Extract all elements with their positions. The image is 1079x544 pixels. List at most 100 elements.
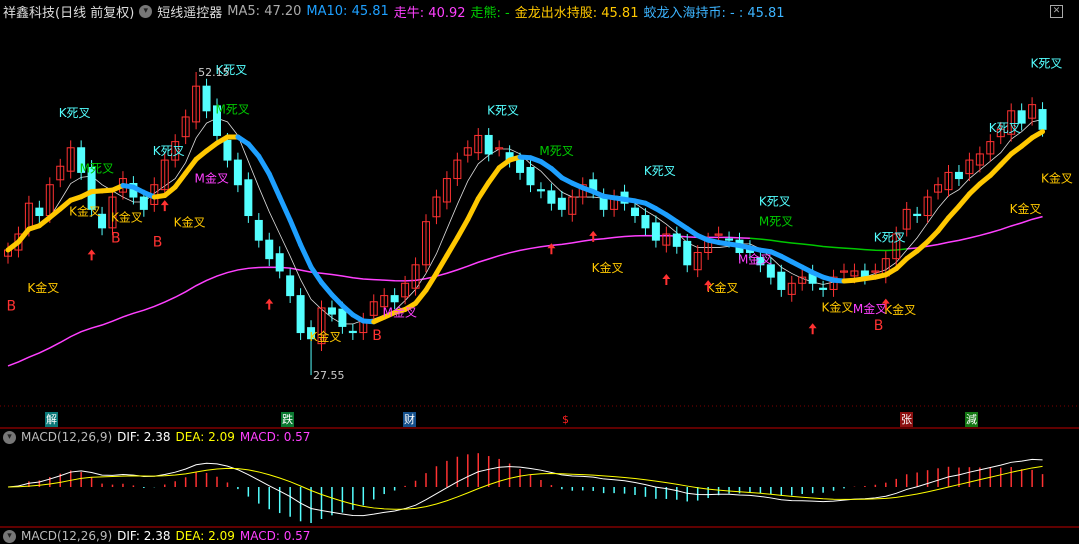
cross-signal-label: M金叉: [738, 252, 772, 267]
cross-signal-label: K金叉: [592, 260, 624, 275]
up-arrow-icon: [160, 200, 169, 212]
jinlong-trend-segment: [172, 170, 189, 190]
candle: [244, 179, 253, 217]
signal-symbol: 张: [900, 412, 913, 427]
jiaolong-trend-segment: [308, 264, 324, 286]
cross-signal-label: K金叉: [27, 280, 59, 295]
candle: [557, 197, 566, 210]
candle: [672, 233, 681, 247]
candle: [1038, 109, 1047, 130]
dea-value: DEA: 2.09: [175, 430, 235, 444]
buy-signal: B: [6, 298, 16, 314]
jiaolong-trend-segment: [287, 217, 304, 248]
buy-signal: B: [372, 328, 382, 344]
jinlong-trend-segment: [465, 196, 481, 222]
jiaolong-trend-segment: [266, 171, 283, 200]
signal-symbol: $: [562, 413, 569, 426]
macd-header-secondary: ▾ MACD(12,26,9) DIF: 2.38 DEA: 2.09 MACD…: [3, 528, 310, 544]
cross-signal-label: K死叉: [759, 195, 791, 209]
dif-line: [7, 458, 1043, 517]
macd-value: MACD: 0.57: [239, 529, 311, 543]
candle: [777, 271, 786, 290]
candle: [725, 238, 734, 241]
cross-signal-label: K死叉: [874, 230, 906, 244]
dif-value: DIF: 2.38: [117, 430, 171, 444]
candle: [35, 207, 44, 217]
candle: [766, 264, 775, 278]
cross-signal-label: M死叉: [759, 214, 793, 228]
signal-symbol: 财: [403, 412, 416, 427]
jinlong-trend-segment: [423, 270, 439, 293]
dea-value: DEA: 2.09: [175, 529, 235, 543]
cross-signal-label: K死叉: [989, 121, 1021, 135]
signal-symbol: 跌: [281, 412, 294, 427]
candle: [631, 207, 639, 217]
signal-symbol: 解: [45, 412, 58, 427]
cross-signal-label: K金叉: [1010, 201, 1042, 216]
up-arrow-icon: [87, 249, 96, 261]
cross-signal-label: M死叉: [80, 161, 114, 175]
buy-signal: B: [874, 318, 884, 334]
candle: [526, 166, 535, 186]
dif-value: DIF: 2.38: [117, 529, 171, 543]
candle: [265, 239, 274, 260]
candle: [202, 85, 211, 112]
cross-signal-label: K金叉: [884, 302, 916, 317]
candle: [390, 295, 399, 303]
high-price-label: 52.15: [198, 66, 230, 79]
up-arrow-icon: [662, 274, 671, 286]
jiaolong-trend-segment: [298, 242, 314, 270]
cross-signal-label: K死叉: [1031, 57, 1063, 71]
ma-slow-line: [7, 234, 750, 367]
cross-signal-label: M死叉: [215, 102, 249, 116]
jinlong-trend-segment: [444, 235, 460, 259]
chart-canvas: K金叉BK死叉M死叉K金叉 K金叉B BK金叉K死叉M金叉M死叉K死叉K金叉M金叉B…: [0, 57, 1079, 528]
macd-dropdown-icon[interactable]: ▾: [3, 529, 16, 543]
candle: [516, 159, 525, 173]
signal-symbol: 減: [965, 412, 978, 427]
candle: [223, 139, 232, 161]
candle: [286, 275, 295, 297]
jinlong-trend-segment: [454, 216, 471, 241]
candle: [913, 213, 922, 217]
cross-signal-label: M金叉: [853, 301, 887, 316]
candle: [954, 171, 963, 180]
candle: [651, 222, 660, 241]
cross-signal-label: K死叉: [644, 164, 676, 178]
candle: [254, 219, 263, 241]
low-price-label: 27.55: [313, 369, 345, 382]
candle: [296, 295, 305, 334]
jinlong-trend-segment: [433, 253, 450, 276]
buy-signal: B: [153, 234, 163, 250]
macd-value: MACD: 0.57: [239, 430, 311, 444]
up-arrow-icon: [265, 298, 274, 310]
candle: [547, 190, 556, 204]
cross-signal-label: K金叉: [69, 204, 101, 219]
candle: [338, 308, 347, 327]
cross-signal-label: K死叉: [59, 106, 91, 120]
candle: [641, 215, 650, 229]
cross-signal-label: K死叉: [487, 104, 519, 118]
dea-line: [7, 465, 1043, 510]
jiaolong-trend-segment: [277, 194, 293, 223]
candle: [327, 307, 336, 315]
candle: [536, 189, 545, 192]
macd-dropdown-icon[interactable]: ▾: [3, 430, 16, 444]
candle: [484, 134, 493, 155]
jinlong-trend-segment: [486, 165, 502, 185]
up-arrow-icon: [808, 323, 817, 335]
cross-signal-label: M金叉: [195, 170, 229, 185]
candle: [275, 253, 284, 272]
cross-signal-label: K金叉: [310, 329, 342, 344]
macd-header: ▾ MACD(12,26,9) DIF: 2.38 DEA: 2.09 MACD…: [3, 429, 310, 445]
cross-signal-label: M死叉: [539, 144, 573, 158]
candle: [348, 330, 357, 334]
cross-signal-label: K金叉: [1041, 170, 1073, 185]
candle: [819, 287, 828, 290]
cross-signal-label: K金叉: [707, 280, 739, 295]
macd-name[interactable]: MACD(12,26,9): [21, 430, 112, 444]
macd-name[interactable]: MACD(12,26,9): [21, 529, 112, 543]
jinlong-trend-segment: [413, 287, 429, 306]
buy-signal: B: [111, 231, 121, 247]
candle: [683, 240, 692, 266]
